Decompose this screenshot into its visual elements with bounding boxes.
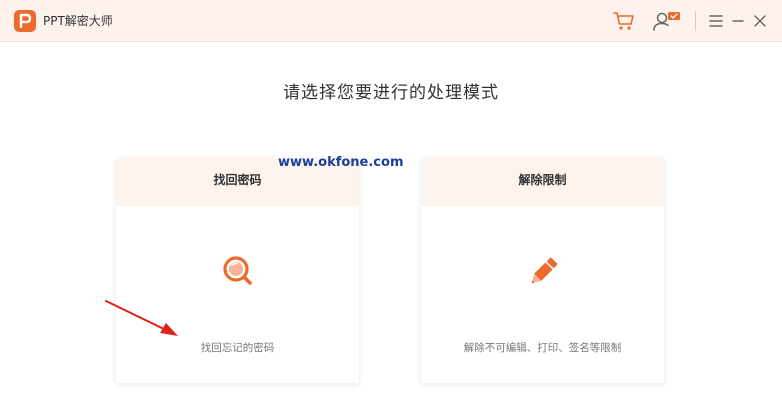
page-title: 请选择您要进行的处理模式 [283, 83, 499, 103]
card-description: 解除不可编辑、打印、签名等限制 [463, 342, 622, 354]
annotation-arrow-icon [105, 300, 178, 336]
pencil-icon [531, 257, 558, 284]
cart-icon[interactable] [612, 10, 636, 32]
remove-restrictions-card[interactable]: 解除限制 解除不可编辑、打印、签名等限制 [421, 158, 664, 383]
menu-icon[interactable] [708, 10, 724, 32]
app-title: PPT解密大师 [43, 14, 113, 28]
app-window: PPT解密大师 请选择您要进行的处理模式 找回密码 找回忘记的密码 解除限制 解… [0, 0, 782, 400]
card-title: 解除限制 [518, 173, 567, 187]
close-icon[interactable] [752, 10, 768, 32]
titlebar-divider [695, 11, 696, 31]
app-logo [14, 10, 36, 32]
search-icon [223, 256, 252, 285]
minimize-icon[interactable] [731, 10, 745, 32]
watermark-text: www.okfone.com [278, 155, 404, 170]
recover-password-card[interactable]: 找回密码 找回忘记的密码 [116, 158, 359, 383]
title-bar: PPT解密大师 [0, 0, 782, 42]
user-icon[interactable] [652, 10, 682, 32]
card-description: 找回忘记的密码 [200, 342, 275, 354]
card-header: 解除限制 [421, 158, 664, 206]
card-title: 找回密码 [213, 173, 262, 187]
